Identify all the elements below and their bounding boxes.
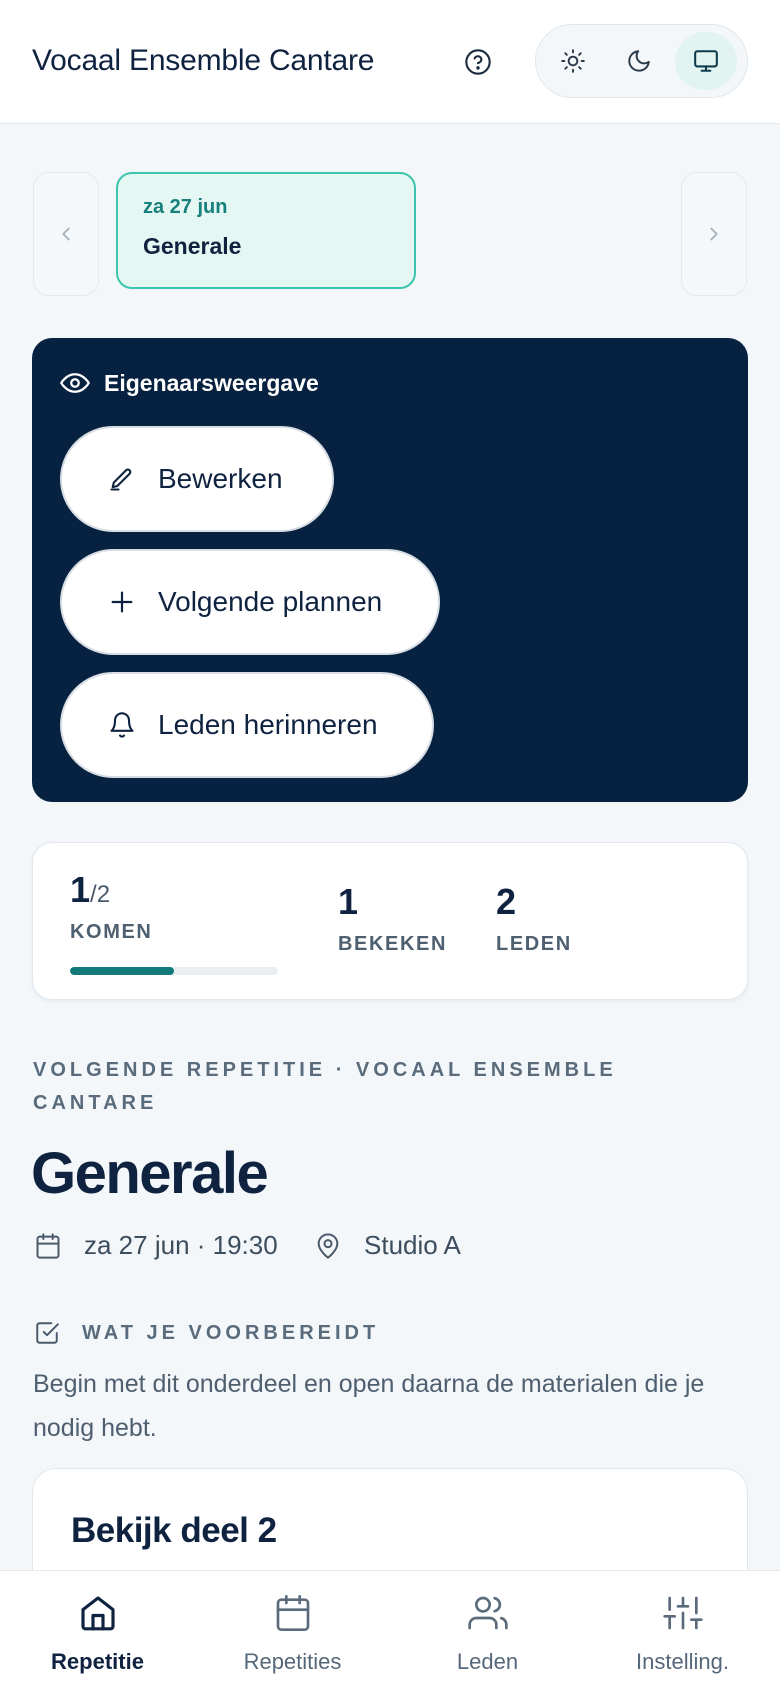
nav-item-repetities[interactable]: Repetities (195, 1571, 390, 1688)
attendance-progress-bar (70, 967, 278, 975)
previous-date-button[interactable] (33, 172, 99, 296)
plus-icon (108, 588, 136, 616)
moon-icon (626, 48, 652, 74)
home-icon (78, 1593, 118, 1633)
chevron-right-icon (703, 223, 725, 245)
nav-item-instellingen[interactable]: Instelling. (585, 1571, 780, 1688)
app-title: Vocaal Ensemble Cantare (32, 44, 375, 77)
bell-icon (108, 711, 136, 739)
help-button[interactable] (462, 46, 494, 78)
event-location: Studio A (314, 1230, 461, 1261)
part-card-title: Bekijk deel 2 (71, 1511, 277, 1550)
eye-icon (60, 368, 90, 398)
event-title: Generale (31, 1141, 269, 1206)
sliders-icon (662, 1593, 703, 1633)
attending-label: KOMEN (70, 921, 153, 943)
members-label: LEDEN (496, 933, 572, 955)
attendance-progress-fill (70, 967, 174, 975)
next-date-button[interactable] (681, 172, 747, 296)
checkbox-icon (34, 1320, 60, 1346)
date-chip-title: Generale (143, 233, 242, 259)
attending-total: /2 (90, 881, 111, 908)
viewed-label: BEKEKEN (338, 933, 447, 955)
pencil-icon (108, 465, 136, 493)
nav-label-instellingen: Instelling. (636, 1649, 729, 1674)
theme-switch (535, 24, 748, 98)
edit-button[interactable]: Bewerken (60, 426, 334, 532)
attending-count: 1/2 (70, 869, 110, 911)
attending-value: 1 (70, 869, 91, 910)
plan-next-button[interactable]: Volgende plannen (60, 549, 440, 655)
bottom-navigation: Repetitie Repetities Leden Instelling. (0, 1570, 780, 1688)
chevron-left-icon (55, 223, 77, 245)
users-icon (467, 1593, 508, 1633)
selected-date-chip[interactable]: za 27 jun Generale (116, 172, 416, 289)
theme-system-button[interactable] (674, 32, 737, 90)
event-datetime-text: za 27 jun · 19:30 (84, 1230, 278, 1260)
theme-light-button[interactable] (542, 32, 604, 90)
help-circle-icon (464, 48, 492, 76)
plan-next-button-label: Volgende plannen (158, 586, 383, 617)
map-pin-icon (314, 1232, 342, 1260)
members-count: 2 (496, 881, 517, 922)
event-eyebrow: VOLGENDE REPETITIE · VOCAAL ENSEMBLE CAN… (33, 1059, 617, 1114)
monitor-icon (693, 48, 719, 74)
preparation-title: WAT JE VOORBEREIDT (82, 1321, 380, 1344)
event-location-text: Studio A (364, 1230, 461, 1260)
nav-item-repetitie[interactable]: Repetitie (0, 1571, 195, 1688)
calendar-icon (34, 1232, 62, 1260)
remind-members-button-label: Leden herinneren (158, 709, 378, 740)
nav-label-leden: Leden (456, 1649, 519, 1674)
event-datetime: za 27 jun · 19:30 (34, 1230, 278, 1261)
edit-button-label: Bewerken (158, 463, 283, 494)
nav-label-repetities: Repetities (243, 1649, 342, 1674)
owner-view-panel: Eigenaarsweergave Bewerken Volgende plan… (32, 338, 748, 802)
owner-view-header: Eigenaarsweergave (60, 368, 319, 398)
preparation-header: WAT JE VOORBEREIDT (34, 1320, 379, 1346)
sun-icon (560, 48, 586, 74)
nav-label-repetitie: Repetitie (51, 1649, 144, 1674)
calendar-icon (273, 1593, 313, 1633)
nav-item-leden[interactable]: Leden (390, 1571, 585, 1688)
theme-dark-button[interactable] (608, 32, 670, 90)
remind-members-button[interactable]: Leden herinneren (60, 672, 434, 778)
date-chip-date: za 27 jun (143, 196, 228, 218)
attendance-stats-card: 1/2 KOMEN 1 BEKEKEN 2 LEDEN (32, 842, 748, 1000)
app-header: Vocaal Ensemble Cantare (0, 0, 780, 124)
preparation-description: Begin met dit onderdeel en open daarna d… (33, 1370, 705, 1442)
owner-view-title: Eigenaarsweergave (104, 369, 319, 396)
viewed-count: 1 (338, 881, 359, 922)
